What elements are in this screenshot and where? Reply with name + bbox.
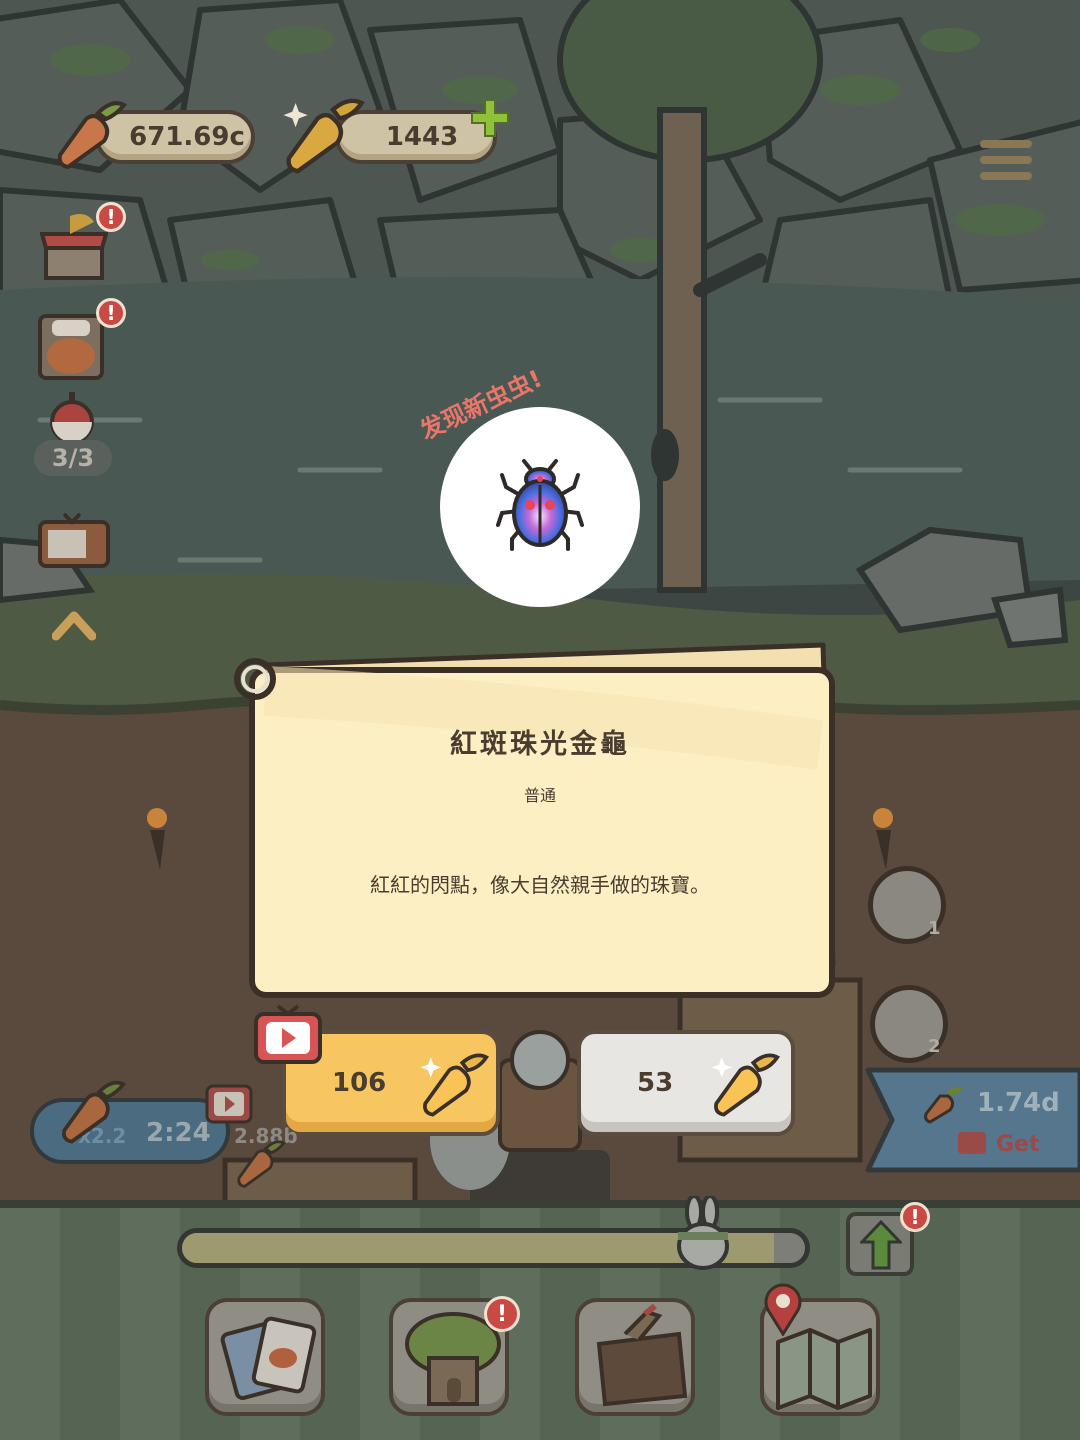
tv-icon (205, 1084, 253, 1124)
buy-amount: 53 (637, 1068, 674, 1098)
carrot-icon (57, 101, 128, 170)
backpack-icon (596, 1304, 688, 1407)
shop-alert-badge: ! (96, 202, 126, 232)
bait-counter: 3/3 (34, 440, 112, 476)
plate-1-count: 1 (928, 918, 941, 939)
bug-description: 紅紅的閃點，像大自然親手做的珠寶。 (370, 873, 710, 897)
bait-count-text: 3/3 (51, 444, 95, 472)
nav-album-button[interactable] (205, 1298, 325, 1416)
chef-alert-badge: ! (96, 298, 126, 328)
offer-amount: 1.74d (977, 1088, 1060, 1118)
nav-backpack-button[interactable] (575, 1298, 695, 1416)
plate-2-count: 2 (928, 1036, 941, 1057)
offer-get-label: Get (996, 1132, 1040, 1157)
carrot-icon (62, 1080, 127, 1144)
golden-carrot-icon (420, 1053, 490, 1117)
video-reward-amount: 106 (332, 1068, 387, 1098)
golden-carrot-icon (283, 98, 365, 174)
boost-timer: 2:24 (146, 1118, 211, 1148)
bug-rarity: 普通 (523, 786, 556, 805)
buy-button[interactable]: 53 (577, 1030, 795, 1136)
tv-icon[interactable] (38, 512, 110, 568)
upgrade-alert-badge: ! (900, 1202, 930, 1232)
video-icon (254, 1004, 322, 1064)
golden-carrot-count-text: 1443 (385, 122, 459, 152)
fishing-bobber-icon[interactable] (46, 390, 98, 446)
upgrade-arrow-icon (860, 1220, 902, 1270)
carrot-icon (237, 1140, 286, 1188)
carrot-count-text: 671.69c (129, 122, 245, 152)
bunny-icon (677, 1196, 729, 1270)
beetle-icon (496, 459, 584, 551)
golden-carrot-icon (711, 1053, 781, 1117)
plus-icon[interactable] (468, 96, 512, 140)
bug-info-card (234, 642, 836, 998)
home-alert-badge: ! (484, 1296, 520, 1332)
chevron-up-icon[interactable] (52, 608, 96, 642)
bug-name: 紅斑珠光金龜 (450, 729, 630, 760)
menu-icon[interactable] (978, 136, 1034, 186)
album-cards-icon (220, 1316, 317, 1400)
offer-banner[interactable] (858, 1062, 1080, 1178)
chef-dog-icon[interactable] (38, 310, 104, 380)
map-pin-icon (764, 1283, 802, 1336)
game-screen: 671.69c 1443 ! ! 3/3 发现新虫虫! 紅斑珠光金龜 普通 紅紅… (0, 0, 1080, 1440)
